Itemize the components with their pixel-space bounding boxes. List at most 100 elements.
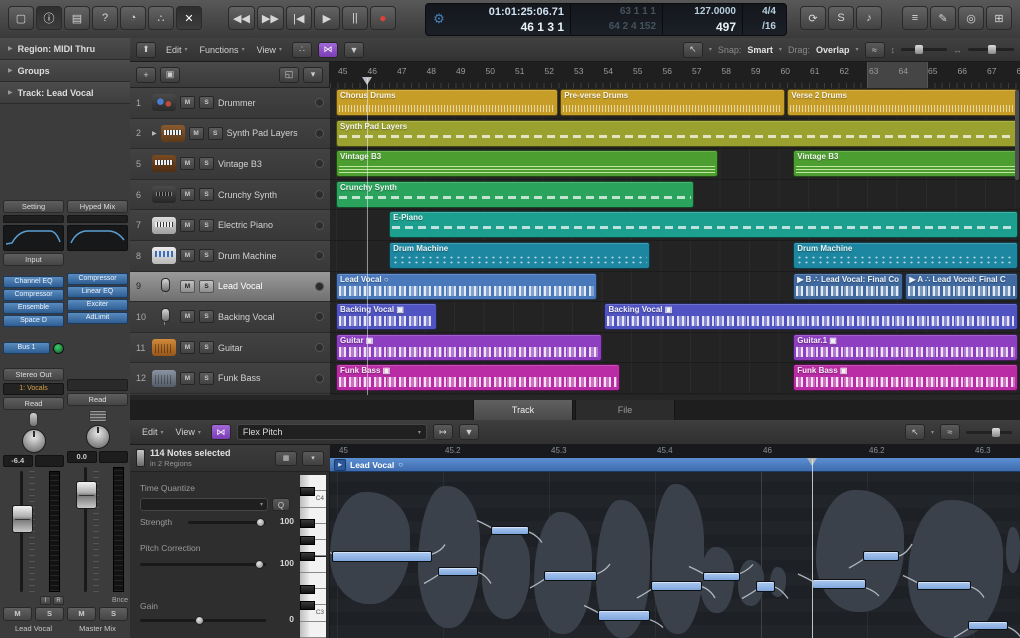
solo-button[interactable]: S: [35, 607, 64, 621]
track-header-crunchy-synth[interactable]: 6MSCrunchy Synth: [130, 180, 330, 211]
track-header-electric-piano[interactable]: 7MSElectric Piano: [130, 210, 330, 241]
region-guitar-1[interactable]: Guitar.1 ▣: [793, 334, 1018, 361]
sidebar-section-groups[interactable]: ▶Groups: [0, 60, 130, 82]
mute-button[interactable]: M: [180, 249, 195, 262]
lcd-gear-icon[interactable]: ⚙: [426, 4, 452, 34]
list-editors-icon[interactable]: ≡: [902, 6, 928, 30]
region-verse-2-drums[interactable]: Verse 2 Drums: [787, 89, 1018, 116]
volume-fader[interactable]: [67, 465, 128, 594]
track-header-lead-vocal[interactable]: 9MSLead Vocal: [130, 272, 330, 303]
empty-slot[interactable]: [67, 379, 128, 391]
gain-slider[interactable]: [140, 619, 266, 622]
drag-select[interactable]: Overlap: [816, 45, 850, 55]
tab-track[interactable]: Track: [473, 400, 573, 420]
scale-quantize-button[interactable]: ▦: [275, 451, 297, 466]
track-header-drummer[interactable]: 1MSDrummer: [130, 88, 330, 119]
flex-pitch-note[interactable]: [651, 581, 702, 591]
track-lane-guitar[interactable]: Guitar ▣Guitar.1 ▣: [330, 333, 1020, 364]
region-vintage-b3[interactable]: Vintage B3: [336, 150, 718, 177]
flex-pitch-note[interactable]: [332, 551, 432, 562]
solo-button[interactable]: S: [199, 96, 214, 109]
solo-button[interactable]: S: [208, 127, 223, 140]
region-funk-bass[interactable]: Funk Bass ▣: [793, 364, 1018, 391]
flex-pitch-note[interactable]: [598, 610, 650, 621]
record-enable-dot[interactable]: [315, 312, 324, 321]
mute-button[interactable]: M: [180, 372, 195, 385]
region-chorus-drums[interactable]: Chorus Drums: [336, 89, 558, 116]
count-in-icon[interactable]: ∴: [148, 6, 174, 30]
apple-loops-icon[interactable]: ◎: [958, 6, 984, 30]
lcd-display[interactable]: ⚙ 01:01:25:06.71 63 1 1 1 127.0000 4/4 4…: [425, 3, 787, 36]
waveform-zoom-button[interactable]: ≈: [940, 424, 960, 440]
editor-playhead[interactable]: [812, 459, 813, 638]
track-lane-vintage-b3[interactable]: Vintage B3Vintage B3: [330, 149, 1020, 180]
pan-knob[interactable]: [22, 429, 46, 453]
record-enable-dot[interactable]: [315, 190, 324, 199]
pan-knob[interactable]: [86, 425, 110, 449]
region-crunchy-synth[interactable]: Crunchy Synth: [336, 181, 694, 208]
plugin-slot-channel-eq[interactable]: Channel EQ: [3, 276, 64, 288]
region-backing-vocal[interactable]: Backing Vocal ▣: [604, 303, 1018, 330]
solo-button[interactable]: S: [199, 188, 214, 201]
track-lane-synth-pad-layers[interactable]: Synth Pad Layers: [330, 119, 1020, 150]
editor-ruler[interactable]: 4545.245.345.44646.246.3: [330, 445, 1020, 459]
region-e-piano[interactable]: E-Piano: [389, 211, 1018, 238]
sidebar-section-track-lead-vocal[interactable]: ▶Track: Lead Vocal: [0, 82, 130, 104]
solo-button[interactable]: S: [199, 219, 214, 232]
channel-setting-button[interactable]: Setting: [3, 200, 64, 213]
quantize-apply-button[interactable]: Q: [272, 498, 290, 511]
menu-view[interactable]: View▾: [253, 43, 286, 57]
flex-pitch-note[interactable]: [544, 571, 597, 581]
nudge-button[interactable]: ⬆: [136, 42, 156, 58]
mute-button[interactable]: M: [180, 341, 195, 354]
track-header-backing-vocal[interactable]: 10MSBacking Vocal: [130, 302, 330, 333]
library-icon[interactable]: ▤: [64, 6, 90, 30]
mute-button[interactable]: M: [180, 310, 195, 323]
record-enable-dot[interactable]: [315, 98, 324, 107]
vertical-scrollbar[interactable]: [1015, 90, 1019, 180]
plugin-slot-compressor[interactable]: Compressor: [3, 289, 64, 301]
mute-button[interactable]: M: [3, 607, 32, 621]
plugin-slot-ensemble[interactable]: Ensemble: [3, 302, 64, 314]
mute-button[interactable]: M: [189, 127, 204, 140]
metronome-icon[interactable]: ◔: [120, 6, 146, 30]
solo-button[interactable]: S: [199, 372, 214, 385]
group-slot[interactable]: 1: Vocals: [3, 383, 64, 395]
output-slot[interactable]: Stereo Out: [3, 368, 64, 381]
track-zoom-button[interactable]: ◱: [279, 67, 299, 83]
track-header-funk-bass[interactable]: 12MSFunk Bass: [130, 363, 330, 394]
duplicate-track-button[interactable]: ▣: [160, 67, 180, 83]
region-lead-vocal[interactable]: Lead Vocal ○: [336, 273, 597, 300]
inspector-icon[interactable]: ⓘ: [36, 6, 62, 30]
region-drum-machine[interactable]: Drum Machine: [389, 242, 650, 269]
track-lane-crunchy-synth[interactable]: Crunchy Synth: [330, 180, 1020, 211]
region-drum-machine[interactable]: Drum Machine: [793, 242, 1018, 269]
note-area[interactable]: [330, 472, 1020, 638]
plugin-slot-exciter[interactable]: Exciter: [67, 299, 128, 311]
low-latency-icon[interactable]: ♪: [856, 6, 882, 30]
pause-button[interactable]: ||: [342, 6, 368, 30]
plugin-slot-space-d[interactable]: Space D: [3, 315, 64, 327]
editor-region-header[interactable]: ▶ Lead Vocal ○: [330, 458, 1020, 472]
flex-icon[interactable]: ⋈: [318, 42, 338, 58]
track-lane-backing-vocal[interactable]: Backing Vocal ▣Backing Vocal ▣: [330, 302, 1020, 333]
channel-setting-button[interactable]: Hyped Mix: [67, 200, 128, 213]
note-pads-icon[interactable]: ✎: [930, 6, 956, 30]
input-monitor-button[interactable]: I: [40, 596, 51, 605]
note-filter-icon[interactable]: ▼: [459, 424, 479, 440]
record-enable-dot[interactable]: [315, 282, 324, 291]
piano-key-b2[interactable]: [300, 622, 326, 638]
plugin-slot-adlimit[interactable]: AdLimit: [67, 312, 128, 324]
pointer-tool-button[interactable]: ↖: [905, 424, 925, 440]
region-funk-bass[interactable]: Funk Bass ▣: [336, 364, 620, 391]
strength-slider[interactable]: [188, 521, 266, 524]
solo-button[interactable]: S: [199, 280, 214, 293]
piano-black-key[interactable]: [300, 487, 315, 496]
record-enable-dot[interactable]: [315, 251, 324, 260]
bounce-button[interactable]: Bnce: [67, 596, 128, 605]
piano-black-key[interactable]: [300, 601, 315, 610]
pitch-correction-slider[interactable]: [140, 563, 266, 566]
midi-in-icon[interactable]: ∴: [292, 42, 312, 58]
track-header-drum-machine[interactable]: 8MSDrum Machine: [130, 241, 330, 272]
solo-button[interactable]: S: [199, 310, 214, 323]
